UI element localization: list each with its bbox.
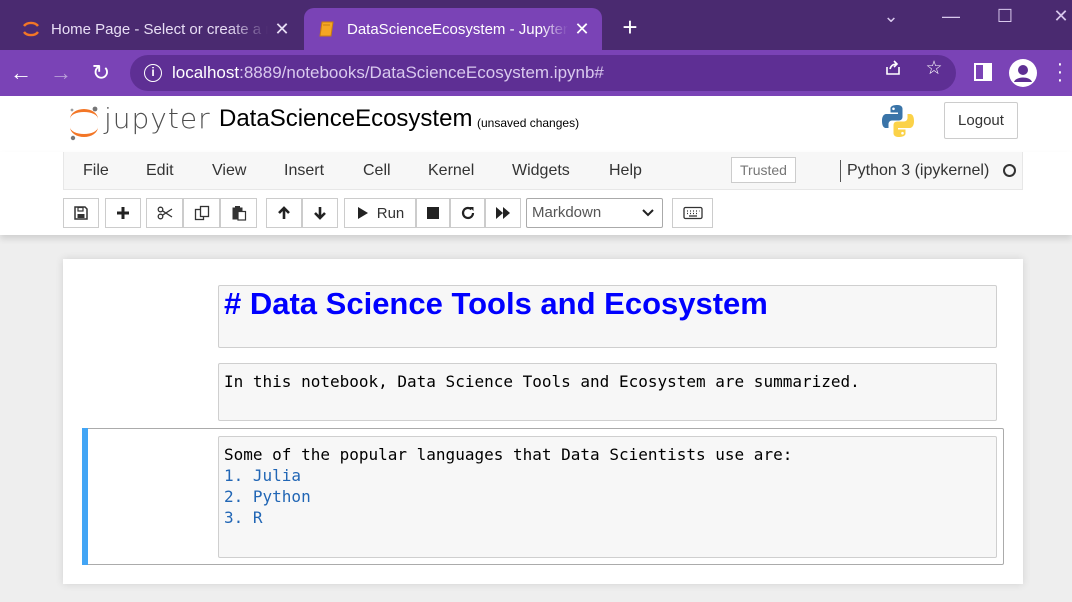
trusted-badge[interactable]: Trusted (731, 157, 796, 183)
menu-help[interactable]: Help (609, 162, 642, 180)
markdown-cell-languages[interactable]: Some of the popular languages that Data … (218, 436, 997, 558)
fast-forward-icon (496, 207, 510, 219)
menu-view[interactable]: View (212, 162, 246, 180)
restart-button[interactable] (450, 198, 485, 228)
move-up-button[interactable] (266, 198, 302, 228)
run-button[interactable]: Run (344, 198, 416, 228)
notebook-favicon-icon (316, 18, 338, 40)
kernel-name[interactable]: Python 3 (ipykernel) (847, 162, 989, 180)
tab-notebook[interactable]: DataScienceEcosystem - Jupyter Notebook … (304, 8, 602, 50)
list-item: 1. Julia (224, 466, 302, 485)
kernel-idle-indicator-icon (1003, 164, 1016, 177)
tab-search-icon[interactable]: ⌄ (876, 6, 906, 30)
menu-edit[interactable]: Edit (146, 162, 174, 180)
tab-home-page[interactable]: Home Page - Select or create a notebook … (8, 8, 302, 50)
url-text: localhost:8889/notebooks/DataScienceEcos… (172, 63, 604, 82)
cell-type-select[interactable]: Markdown (526, 198, 663, 228)
command-palette-button[interactable] (672, 198, 713, 228)
move-down-button[interactable] (302, 198, 338, 228)
chevron-down-icon (642, 209, 654, 217)
run-label: Run (376, 204, 405, 222)
tab-title: DataScienceEcosystem - Jupyter Notebook (347, 20, 568, 38)
back-icon[interactable]: ← (6, 58, 36, 88)
save-icon (74, 206, 88, 220)
menubar: File Edit View Insert Cell Kernel Widget… (63, 152, 1023, 190)
forward-icon[interactable]: → (46, 58, 76, 88)
list-item: 2. Python (224, 487, 311, 506)
browser-tabstrip: Home Page - Select or create a notebook … (0, 0, 1072, 50)
maximize-icon[interactable]: ☐ (990, 6, 1020, 30)
minimize-icon[interactable]: — (936, 6, 966, 30)
notebook-menubar-container: File Edit View Insert Cell Kernel Widget… (0, 152, 1072, 235)
site-info-icon[interactable]: i (144, 64, 162, 82)
address-bar: ← → ↻ i localhost:8889/notebooks/DataSci… (0, 50, 1072, 96)
bookmark-star-icon[interactable]: ☆ (923, 58, 945, 80)
jupyter-header: jupyter DataScienceEcosystem (unsaved ch… (0, 96, 1072, 152)
paste-icon (232, 206, 246, 221)
reload-icon[interactable]: ↻ (86, 58, 116, 88)
tab-title: Home Page - Select or create a notebook (51, 20, 268, 38)
logout-button[interactable]: Logout (944, 102, 1018, 139)
stop-icon (427, 207, 439, 219)
jupyter-logo-text: jupyter (104, 102, 211, 135)
url-input[interactable]: i localhost:8889/notebooks/DataScienceEc… (130, 55, 956, 91)
window-close-icon[interactable]: ✕ (1046, 6, 1072, 30)
menu-kernel[interactable]: Kernel (428, 162, 474, 180)
insert-cell-button[interactable] (105, 198, 141, 228)
python-logo-icon (880, 103, 916, 139)
restart-run-all-button[interactable] (485, 198, 521, 228)
keyboard-icon (682, 206, 703, 220)
browser-menu-icon[interactable]: · · · (1054, 54, 1066, 90)
cell-text-line: In this notebook, Data Science Tools and… (224, 372, 860, 391)
markdown-cell-heading[interactable]: # Data Science Tools and Ecosystem (218, 285, 997, 348)
copy-icon (194, 205, 209, 221)
arrow-up-icon (278, 206, 290, 219)
save-button[interactable] (63, 198, 99, 228)
jupyter-logo-icon (70, 106, 98, 141)
cell-text-line: Some of the popular languages that Data … (224, 445, 793, 464)
cell-type-value: Markdown (532, 204, 602, 221)
close-icon[interactable]: ✕ (568, 19, 596, 40)
menu-cell[interactable]: Cell (363, 162, 391, 180)
notebook-name[interactable]: DataScienceEcosystem (219, 105, 472, 133)
markdown-cell-intro[interactable]: In this notebook, Data Science Tools and… (218, 363, 997, 421)
selected-cell-indicator (82, 428, 88, 565)
profile-avatar-icon[interactable] (1009, 59, 1037, 87)
list-item: 3. R (224, 508, 263, 527)
kernel-separator (840, 160, 841, 182)
cut-button[interactable] (146, 198, 183, 228)
menu-widgets[interactable]: Widgets (512, 162, 570, 180)
paste-button[interactable] (220, 198, 257, 228)
step-forward-icon (357, 207, 368, 219)
jupyter-favicon-icon (20, 18, 42, 40)
cell-heading-text: # Data Science Tools and Ecosystem (224, 286, 768, 321)
menu-file[interactable]: File (83, 162, 109, 180)
side-panel-icon[interactable] (972, 61, 996, 85)
notebook-container: # Data Science Tools and Ecosystem In th… (63, 259, 1023, 584)
autosave-status: (unsaved changes) (477, 116, 580, 130)
arrow-down-icon (314, 207, 326, 220)
new-tab-icon[interactable]: + (616, 14, 644, 42)
plus-icon (117, 207, 129, 219)
restart-icon (461, 206, 474, 220)
share-icon[interactable] (882, 58, 904, 80)
close-icon[interactable]: ✕ (268, 19, 296, 40)
interrupt-button[interactable] (416, 198, 450, 228)
copy-button[interactable] (183, 198, 220, 228)
cut-icon (157, 206, 172, 220)
menu-insert[interactable]: Insert (284, 162, 324, 180)
